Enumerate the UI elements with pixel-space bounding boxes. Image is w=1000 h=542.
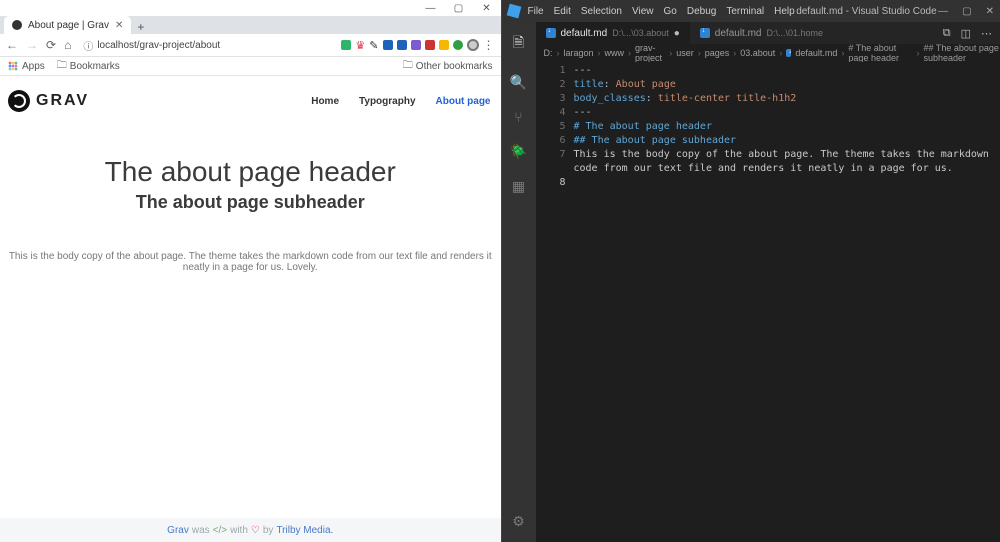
code-editor[interactable]: 1--- 2title: About page 3body_classes: t… <box>536 62 1000 542</box>
page-subtitle: The about page subheader <box>0 192 501 213</box>
footer-link[interactable]: Trilby Media. <box>276 525 333 536</box>
profile-icon[interactable] <box>467 39 479 51</box>
vscode-maximize-button[interactable]: ▢ <box>962 6 971 17</box>
menu-help[interactable]: Help <box>774 6 795 17</box>
back-icon[interactable]: ← <box>6 38 18 52</box>
ext-icon[interactable] <box>453 40 463 50</box>
page-title: The about page header <box>0 156 501 188</box>
tab-title: About page | Grav <box>28 20 109 31</box>
code-icon: </> <box>213 525 227 536</box>
editor-tabs: default.md D:\...\03.about ● default.md … <box>536 22 1000 44</box>
vscode-titlebar: File Edit Selection View Go Debug Termin… <box>502 0 1000 22</box>
activity-bar: 🗎 🔍 ⑂ 🪲 ▦ ⚙ <box>502 22 536 542</box>
page-content: GRAV Home Typography About page The abou… <box>0 76 501 542</box>
explorer-icon[interactable]: 🗎 <box>513 32 524 56</box>
source-control-icon[interactable]: ⑂ <box>514 109 522 125</box>
menu-file[interactable]: File <box>528 6 544 17</box>
nav-about[interactable]: About page <box>436 96 491 107</box>
chrome-minimize-button[interactable]: — <box>417 0 445 16</box>
markdown-file-icon <box>786 49 791 57</box>
nav-home[interactable]: Home <box>311 96 339 107</box>
vscode-menu: File Edit Selection View Go Debug Termin… <box>528 6 795 17</box>
ext-icon[interactable] <box>425 40 435 50</box>
vscode-minimize-button[interactable]: — <box>938 6 948 17</box>
body-text: This is the body copy of the about page.… <box>6 251 495 273</box>
menu-terminal[interactable]: Terminal <box>726 6 764 17</box>
address-bar[interactable]: ⓘ localhost/grav-project/about <box>79 37 333 53</box>
debug-icon[interactable]: 🪲 <box>510 143 527 160</box>
ext-icon[interactable] <box>397 40 407 50</box>
bookmark-folder[interactable]: 🗀Bookmarks <box>57 58 120 75</box>
menu-view[interactable]: View <box>632 6 654 17</box>
menu-icon[interactable]: ⋮ <box>483 38 495 52</box>
editor-tab[interactable]: default.md D:\...\03.about ● <box>536 22 690 44</box>
vscode-logo-icon <box>506 4 521 19</box>
chrome-toolbar: ← → ⟳ ⌂ ⓘ localhost/grav-project/about ♛… <box>0 34 501 57</box>
tab-close-icon[interactable]: ✕ <box>115 20 123 31</box>
chrome-maximize-button[interactable]: ▢ <box>445 0 473 16</box>
open-preview-icon[interactable]: ⧉ <box>943 27 951 40</box>
brand-text: GRAV <box>36 92 89 110</box>
apps-icon <box>8 61 18 71</box>
ext-icon[interactable] <box>383 40 393 50</box>
extension-icons: ♛ ✎ ⋮ <box>341 38 494 52</box>
new-tab-button[interactable]: + <box>137 20 144 34</box>
chrome-tabstrip: About page | Grav ✕ + <box>0 16 501 34</box>
settings-icon[interactable]: ⚙ <box>512 513 525 530</box>
ext-icon[interactable] <box>341 40 351 50</box>
ext-icon[interactable]: ✎ <box>369 39 378 52</box>
heart-icon: ♡ <box>251 525 260 536</box>
bookmark-bar: Apps 🗀Bookmarks 🗀Other bookmarks <box>0 57 501 76</box>
markdown-file-icon <box>546 28 556 38</box>
vscode-close-button[interactable]: ✕ <box>986 6 994 17</box>
ext-icon[interactable]: ♛ <box>355 39 365 52</box>
chrome-close-button[interactable]: ✕ <box>473 0 501 16</box>
dirty-indicator-icon: ● <box>674 28 680 39</box>
site-footer: Grav was </> with ♡ by Trilby Media. <box>0 518 501 542</box>
nav-typography[interactable]: Typography <box>359 96 415 107</box>
forward-icon[interactable]: → <box>26 38 38 52</box>
extensions-icon[interactable]: ▦ <box>512 178 525 195</box>
grav-logo-icon <box>8 90 30 112</box>
vscode-window-title: default.md - Visual Studio Code <box>795 6 938 17</box>
home-icon[interactable]: ⌂ <box>64 38 71 52</box>
site-logo[interactable]: GRAV <box>8 90 89 112</box>
apps-button[interactable]: Apps 🗀Bookmarks <box>8 58 120 75</box>
chrome-os-titlebar: — ▢ ✕ <box>0 0 501 16</box>
ext-icon[interactable] <box>411 40 421 50</box>
chrome-window: — ▢ ✕ About page | Grav ✕ + ← → ⟳ ⌂ ⓘ lo… <box>0 0 502 542</box>
vscode-window: File Edit Selection View Go Debug Termin… <box>502 0 1000 542</box>
editor-tab[interactable]: default.md D:\...\01.home <box>690 22 833 44</box>
chrome-tab[interactable]: About page | Grav ✕ <box>4 16 131 34</box>
url-text: localhost/grav-project/about <box>97 40 220 51</box>
site-info-icon[interactable]: ⓘ <box>83 38 93 53</box>
markdown-file-icon <box>700 28 710 38</box>
menu-go[interactable]: Go <box>664 6 677 17</box>
other-bookmarks-button[interactable]: 🗀Other bookmarks <box>403 58 493 75</box>
split-editor-icon[interactable]: ◫ <box>961 27 971 40</box>
search-icon[interactable]: 🔍 <box>510 74 527 91</box>
menu-selection[interactable]: Selection <box>581 6 622 17</box>
more-actions-icon[interactable]: ⋯ <box>981 27 992 40</box>
breadcrumb[interactable]: D:› laragon› www› grav-project› user› pa… <box>536 44 1000 62</box>
ext-icon[interactable] <box>439 40 449 50</box>
menu-edit[interactable]: Edit <box>554 6 571 17</box>
menu-debug[interactable]: Debug <box>687 6 716 17</box>
favicon-icon <box>12 20 22 30</box>
reload-icon[interactable]: ⟳ <box>46 38 56 52</box>
